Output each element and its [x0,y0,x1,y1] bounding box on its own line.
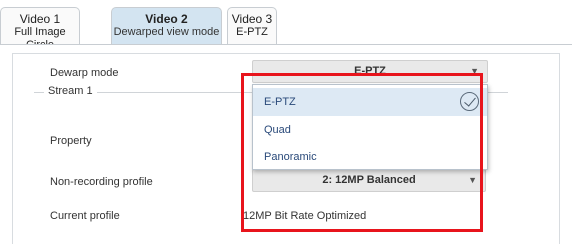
nonrecording-profile-label: Non-recording profile [50,176,153,188]
dropdown-option-eptz[interactable]: E-PTZ [253,88,487,116]
tab-video-1-title: Video 1 [19,12,61,26]
dewarp-mode-select[interactable]: E-PTZ ▼ [252,60,488,83]
check-circle-icon [460,92,479,111]
property-label: Property [50,135,92,147]
dewarp-mode-dropdown: E-PTZ Quad Panoramic [252,84,488,170]
dropdown-option-label: Panoramic [264,151,317,163]
nonrecording-profile-select[interactable]: 2: 12MP Balanced ▼ [252,169,486,192]
tab-video-1[interactable]: Video 1 Full Image Circle [0,7,80,51]
tab-video-3-subtitle: E-PTZ [236,26,268,38]
current-profile-label: Current profile [50,210,120,222]
tab-video-2[interactable]: Video 2 Dewarped view mode [111,7,222,44]
tab-video-3[interactable]: Video 3 E-PTZ [227,7,277,44]
dropdown-option-label: E-PTZ [264,96,296,108]
current-profile-value: 12MP Bit Rate Optimized [243,210,367,222]
tab-video-2-title: Video 2 [145,12,188,26]
dewarp-mode-label: Dewarp mode [50,67,119,79]
stream-legend: Stream 1 [44,85,97,97]
dropdown-option-label: Quad [264,124,291,136]
dropdown-option-quad[interactable]: Quad [253,116,487,144]
chevron-down-icon: ▼ [468,175,477,185]
dewarp-mode-value: E-PTZ [354,65,386,77]
dropdown-option-panoramic[interactable]: Panoramic [253,143,487,171]
tab-bar: Video 1 Full Image Circle Video 2 Dewarp… [0,0,572,51]
tab-video-2-subtitle: Dewarped view mode [113,26,220,38]
tab-video-3-title: Video 3 [231,12,273,26]
nonrecording-profile-value: 2: 12MP Balanced [322,174,416,186]
chevron-down-icon: ▼ [470,66,479,76]
